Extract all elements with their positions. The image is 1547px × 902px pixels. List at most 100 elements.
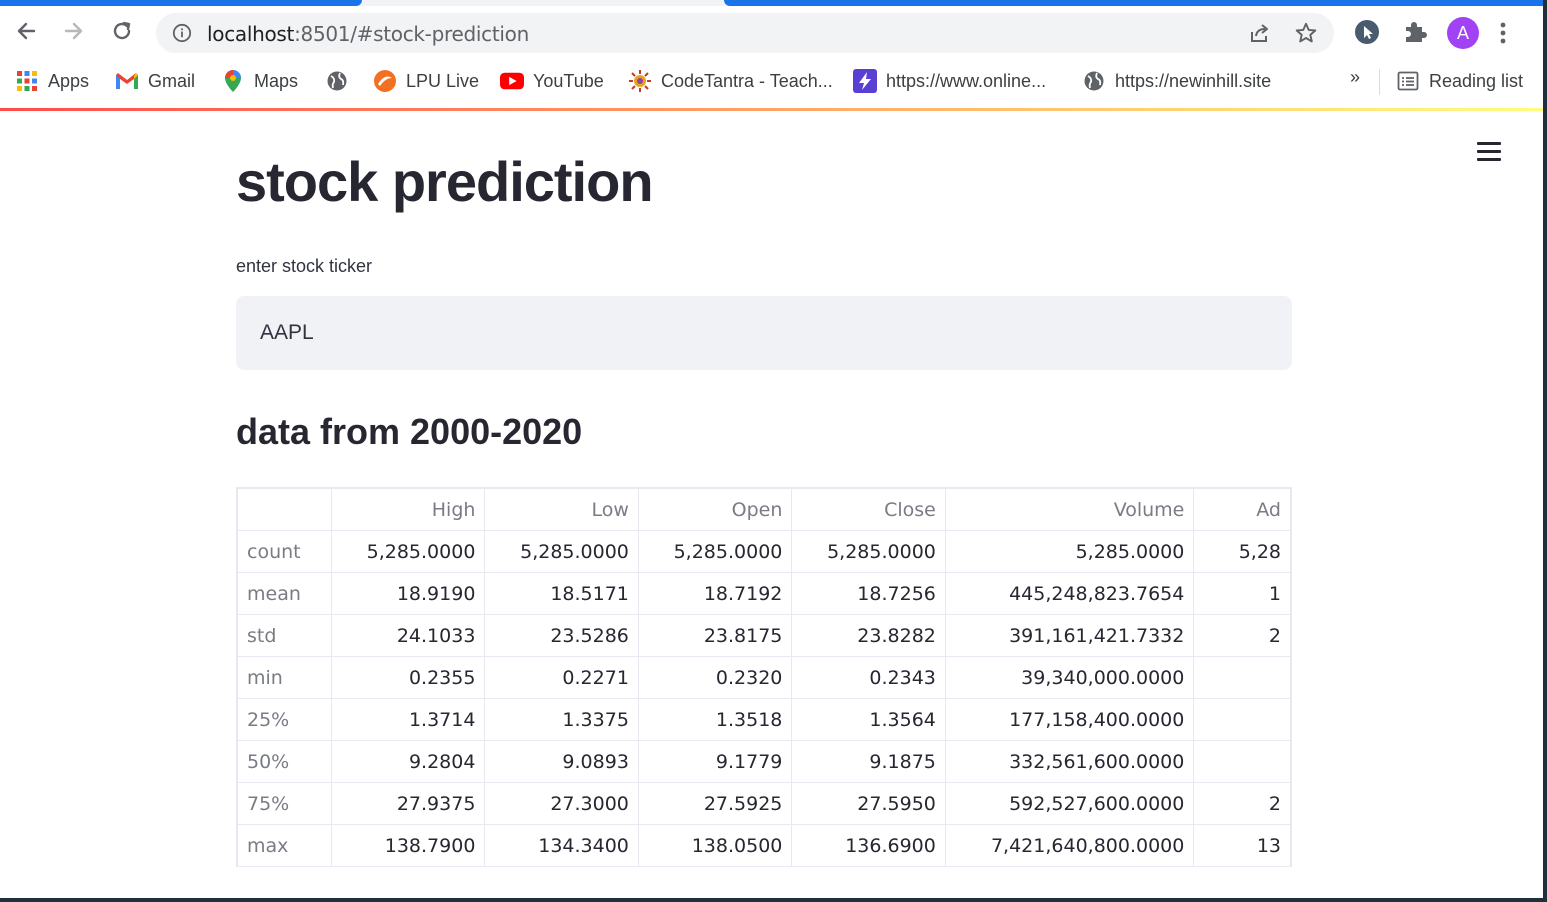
bookmark-label: Maps (254, 70, 299, 91)
table-cell: 39,340,000.0000 (944, 656, 1195, 699)
table-row: count 5,285.0000 5,285.0000 5,285.0000 5… (237, 530, 1291, 573)
arrow-right-icon (64, 22, 83, 40)
table-cell: 332,561,600.0000 (944, 740, 1195, 783)
table-cell: 27.5925 (637, 782, 793, 825)
bolt-icon (853, 69, 877, 93)
table-cell: 134.3400 (484, 824, 639, 866)
reading-list-label: Reading list (1429, 70, 1524, 91)
table-cell: 1.3564 (791, 698, 946, 741)
table-cell: 18.9190 (330, 572, 486, 615)
codetantra-icon (628, 69, 652, 93)
table-cell: 27.9375 (330, 782, 486, 825)
table-cell: 18.7192 (637, 572, 793, 615)
table-cell: 136.6900 (791, 824, 946, 866)
browser-toolbar: localhost:8501/#stock-prediction A (0, 6, 1547, 60)
table-cell: 18.5171 (484, 572, 639, 615)
ticker-input-label: enter stock ticker (236, 256, 373, 276)
url-path: :8501/#stock-prediction (294, 22, 529, 46)
table-cell: 23.8282 (791, 614, 946, 657)
table-header-row: High Low Open Close Volume Ad (237, 488, 1291, 531)
row-index: 25% (237, 698, 332, 741)
table-cell: 5,28 (1193, 530, 1291, 573)
table-cell: 23.5286 (484, 614, 639, 657)
table-row: std 24.1033 23.5286 23.8175 23.8282 391,… (237, 614, 1291, 657)
share-icon[interactable] (1248, 22, 1272, 49)
row-index: std (237, 614, 332, 657)
table-cell: 13 (1193, 824, 1291, 866)
table-row: min 0.2355 0.2271 0.2320 0.2343 39,340,0… (237, 656, 1291, 699)
column-header-adj[interactable]: Ad (1193, 488, 1291, 531)
table-cell: 9.0893 (484, 740, 639, 783)
column-header-open[interactable]: Open (637, 488, 793, 531)
table-cell: 0.2320 (637, 656, 793, 699)
bookmark-gmail[interactable]: Gmail (115, 60, 195, 102)
bookmark-youtube[interactable]: YouTube (500, 60, 604, 102)
table-cell: 0.2343 (791, 656, 946, 699)
dataframe-table: High Low Open Close Volume Ad count 5,28… (237, 488, 1291, 866)
table-cell: 0.2271 (484, 656, 639, 699)
bookmark-label: CodeTantra - Teach... (661, 70, 833, 91)
globe-icon (325, 69, 349, 93)
table-cell: 5,285.0000 (791, 530, 946, 573)
bookmark-globe[interactable] (325, 60, 349, 102)
page-title: stock prediction (236, 150, 654, 213)
site-info-icon[interactable] (172, 23, 192, 48)
row-index: min (237, 656, 332, 699)
table-cell: 1.3375 (484, 698, 639, 741)
chrome-menu-icon[interactable] (1499, 20, 1507, 51)
hamburger-menu-icon[interactable] (1477, 142, 1503, 164)
data-subheader: data from 2000-2020 (236, 411, 583, 452)
ticker-input[interactable] (236, 296, 1292, 370)
row-index: 50% (237, 740, 332, 783)
bookmark-apps[interactable]: Apps (15, 60, 89, 102)
bookmark-label: Gmail (148, 70, 196, 91)
table-row: mean 18.9190 18.5171 18.7192 18.7256 445… (237, 572, 1291, 615)
window-edge-bottom (0, 898, 1547, 902)
bookmark-star-icon[interactable] (1294, 21, 1318, 50)
column-header-low[interactable]: Low (484, 488, 639, 531)
bookmark-lpu-live[interactable]: LPU Live (373, 60, 479, 102)
row-index: 75% (237, 782, 332, 825)
table-cell: 0.2355 (330, 656, 486, 699)
lpu-live-icon (373, 69, 397, 93)
table-cell: 5,285.0000 (944, 530, 1195, 573)
url-text[interactable]: localhost:8501/#stock-prediction (207, 22, 529, 46)
reading-list-button[interactable]: Reading list (1396, 60, 1523, 102)
row-index: count (237, 530, 332, 573)
table-cell: 391,161,421.7332 (944, 614, 1195, 657)
forward-button[interactable] (57, 14, 91, 48)
profile-avatar[interactable]: A (1447, 17, 1479, 49)
table-cell: 2 (1193, 614, 1291, 657)
gmail-icon (115, 69, 139, 93)
table-cell: 1.3518 (637, 698, 793, 741)
column-header-close[interactable]: Close (791, 488, 946, 531)
bookmark-label: LPU Live (406, 70, 480, 91)
back-button[interactable] (9, 14, 43, 48)
reload-button[interactable] (105, 14, 139, 48)
table-cell: 138.0500 (637, 824, 793, 866)
table-row: 50% 9.2804 9.0893 9.1779 9.1875 332,561,… (237, 740, 1291, 783)
table-cell: 23.8175 (637, 614, 793, 657)
table-cell: 445,248,823.7654 (944, 572, 1195, 615)
describe-dataframe[interactable]: High Low Open Close Volume Ad count 5,28… (236, 487, 1292, 867)
bookmark-label: https://newinhill.site (1115, 70, 1272, 91)
column-header-high[interactable]: High (330, 488, 486, 531)
bookmark-maps[interactable]: Maps (221, 60, 298, 102)
bookmark-codetantra[interactable]: CodeTantra - Teach... (628, 60, 833, 102)
table-cell: 9.2804 (330, 740, 486, 783)
cursor-extension-icon[interactable] (1354, 19, 1380, 50)
puzzle-extensions-icon[interactable] (1402, 19, 1428, 50)
window-edge-right (1543, 0, 1547, 902)
row-index: mean (237, 572, 332, 615)
table-cell: 138.7900 (330, 824, 486, 866)
bookmark-newinhill[interactable]: https://newinhill.site (1082, 60, 1271, 102)
bookmarks-overflow-chevron[interactable]: » (1350, 67, 1360, 88)
table-row: 25% 1.3714 1.3375 1.3518 1.3564 177,158,… (237, 698, 1291, 741)
table-cell: 9.1875 (791, 740, 946, 783)
table-cell: 177,158,400.0000 (944, 698, 1195, 741)
bookmark-label: YouTube (533, 70, 604, 91)
address-bar[interactable]: localhost:8501/#stock-prediction (156, 13, 1334, 53)
column-header-volume[interactable]: Volume (944, 488, 1195, 531)
bookmark-online[interactable]: https://www.online... (853, 60, 1046, 102)
table-cell: 1 (1193, 572, 1291, 615)
